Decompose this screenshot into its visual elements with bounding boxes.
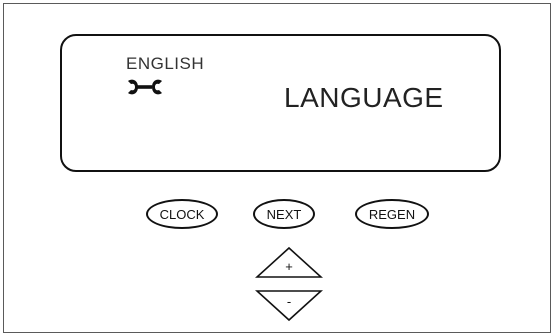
- regen-button[interactable]: REGEN: [355, 199, 429, 229]
- clock-button[interactable]: CLOCK: [146, 199, 218, 229]
- wrench-icon: [128, 79, 162, 95]
- controller-panel: ENGLISH LANGUAGE CLOCK NEXT REGEN + -: [3, 3, 551, 333]
- plus-label: +: [285, 259, 293, 274]
- next-button[interactable]: NEXT: [253, 199, 315, 229]
- decrease-button[interactable]: -: [255, 289, 323, 322]
- lcd-display: ENGLISH LANGUAGE: [60, 34, 501, 172]
- minus-label: -: [287, 294, 291, 309]
- display-main-text: LANGUAGE: [284, 82, 444, 113]
- increase-button[interactable]: +: [255, 246, 323, 279]
- language-mode-label: ENGLISH: [126, 54, 205, 73]
